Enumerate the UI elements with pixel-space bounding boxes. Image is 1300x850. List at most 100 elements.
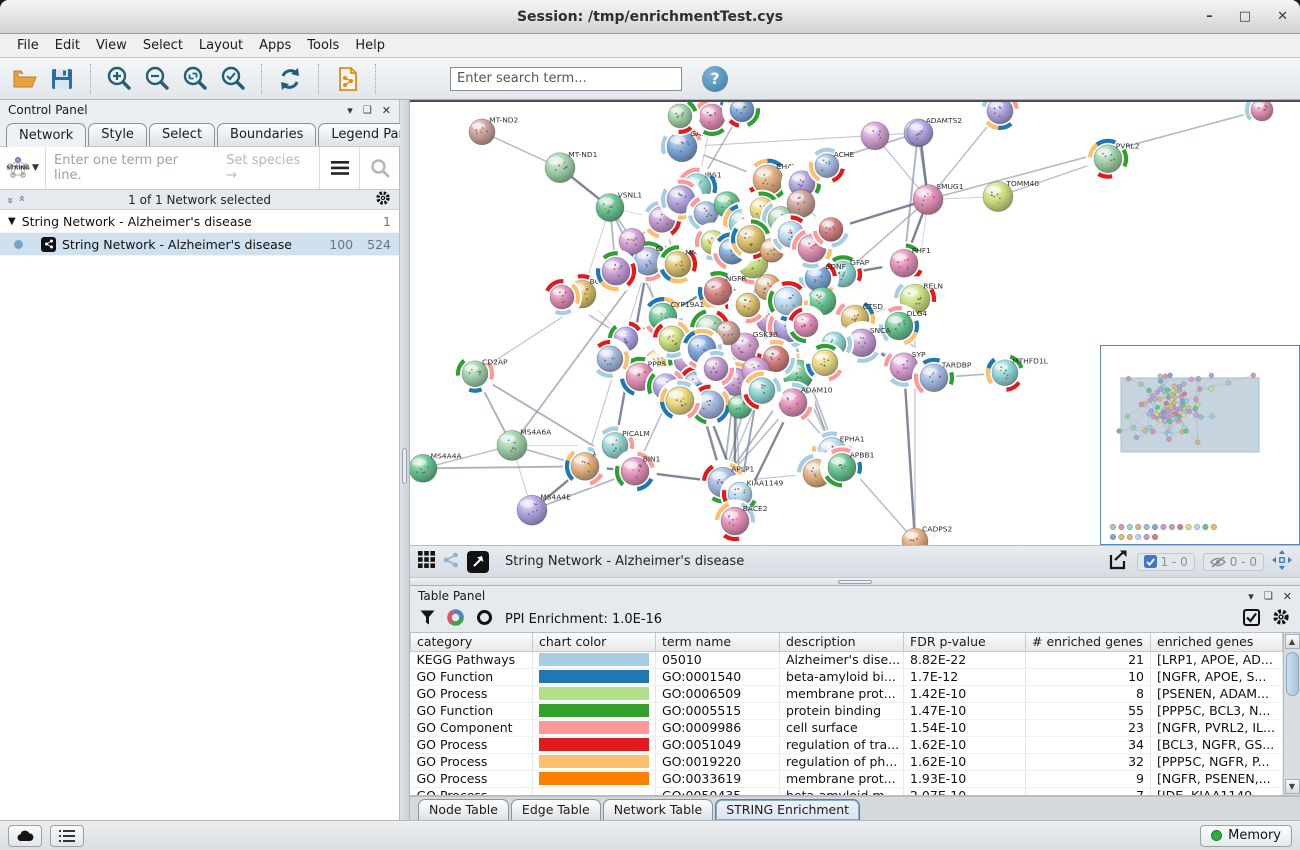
graph-node[interactable] [976,102,1024,135]
table-cell[interactable]: membrane prot... [780,685,904,702]
table-cell[interactable]: cell surface [780,719,904,736]
tab-network[interactable]: Network [6,123,86,147]
table-cell[interactable]: 9 [1026,770,1151,787]
graph-node[interactable] [861,122,889,150]
table-cell[interactable]: 34 [1026,736,1151,753]
table-panel-close-icon[interactable]: ✕ [1283,590,1292,603]
graph-edge[interactable] [904,367,915,541]
string-query-input[interactable]: Enter one term per line. Set species → [46,153,319,183]
hsplitter-handle[interactable] [838,580,872,584]
table-cell[interactable]: 55 [1026,702,1151,719]
tab-string-enrichment[interactable]: STRING Enrichment [715,799,860,820]
table-cell[interactable]: [NGFR, PVRL2, IL... [1151,719,1283,736]
network-file-icon[interactable] [331,63,363,95]
open-in-browser-icon[interactable] [467,551,489,573]
select-all-checkbox-icon[interactable] [1243,609,1260,630]
table-cell[interactable]: 1.93E-10 [904,770,1026,787]
table-cell[interactable]: GO:0006509 [656,685,780,702]
collapse-triangle-icon[interactable]: ▼ [8,216,16,227]
maximize-button[interactable]: □ [1239,10,1251,23]
table-cell[interactable]: 10 [1026,668,1151,685]
table-cell[interactable]: GO Function [411,668,533,685]
table-cell[interactable]: [PPP5C, NGFR, P... [1151,753,1283,770]
table-panel-float-icon[interactable]: ❑ [1264,591,1273,602]
table-cell[interactable]: [NGFR, PSENEN,... [1151,770,1283,787]
ring-chart-icon[interactable] [476,609,493,630]
tab-boundaries[interactable]: Boundaries [217,123,316,146]
table-row[interactable]: GO FunctionGO:0005515protein binding1.47… [411,702,1283,719]
graph-node[interactable]: TOMM40 [983,179,1039,212]
menu-tools[interactable]: Tools [300,36,346,55]
table-cell[interactable]: GO:0051049 [656,736,780,753]
splitter-handle[interactable] [402,448,407,484]
string-options-icon[interactable] [319,147,359,189]
graph-node[interactable]: CD2AP [451,350,508,398]
graph-node[interactable] [786,305,826,345]
graph-node[interactable]: MT-ND2 [469,116,518,145]
column-header[interactable]: enriched genes [1151,633,1283,651]
chart-icon[interactable] [447,609,464,630]
filter-icon[interactable] [420,610,435,629]
column-header[interactable]: FDR p-value [904,633,1026,651]
table-cell[interactable]: 2.07E-10 [904,787,1026,795]
table-cell[interactable]: [NGFR, APOE, S... [1151,668,1283,685]
table-cell[interactable]: 1.62E-10 [904,753,1026,770]
table-cell[interactable]: 21 [1026,651,1151,668]
help-icon[interactable]: ? [702,66,728,92]
settings-gear-icon[interactable] [1272,608,1290,630]
scroll-down-icon[interactable]: ▼ [1285,779,1300,794]
chart-color-cell[interactable] [533,668,656,685]
zoom-selected-icon[interactable] [217,63,249,95]
network-collection-row[interactable]: ▼ String Network - Alzheimer's disease 1 [0,210,399,233]
graph-node[interactable] [907,120,933,146]
panel-close-icon[interactable]: ✕ [382,104,391,117]
search-input[interactable] [450,67,682,91]
chart-color-cell[interactable] [533,651,656,668]
table-cell[interactable]: GO:0001540 [656,668,780,685]
table-cell[interactable]: GO:0033619 [656,770,780,787]
table-cell[interactable]: 7 [1026,787,1151,795]
table-cell[interactable]: 32 [1026,753,1151,770]
graph-node[interactable]: CADPS2 [902,525,952,545]
table-cell[interactable]: 1.62E-10 [904,736,1026,753]
table-cell[interactable]: GO Process [411,753,533,770]
export-network-icon[interactable] [1107,549,1129,575]
graph-node[interactable] [619,228,645,254]
graph-node[interactable]: MTHFD1L [981,349,1049,397]
table-cell[interactable]: [PPP5C, BCL3, N... [1151,702,1283,719]
menu-help[interactable]: Help [348,36,392,55]
share-view-icon[interactable] [443,552,459,572]
table-cell[interactable]: beta-amyloid m... [780,787,904,795]
tab-network-table[interactable]: Network Table [603,799,714,820]
table-cell[interactable]: GO Process [411,685,533,702]
column-header[interactable]: chart color [533,633,656,651]
table-cell[interactable]: GO:0005515 [656,702,780,719]
task-list-icon[interactable] [50,825,84,847]
table-cell[interactable]: [LRP1, APOE, AD... [1151,651,1283,668]
table-cell[interactable]: protein binding [780,702,904,719]
table-row[interactable]: GO ProcessGO:0006509membrane prot...1.42… [411,685,1283,702]
panel-float-icon[interactable]: ❑ [363,105,372,116]
memory-button[interactable]: Memory [1200,825,1292,847]
graph-node[interactable]: MT-ND1 [545,150,598,183]
minimize-button[interactable]: – [1206,10,1213,23]
column-header[interactable]: description [780,633,904,651]
chart-color-cell[interactable] [533,787,656,795]
table-cell[interactable]: GO Process [411,736,533,753]
table-cell[interactable]: regulation of ph... [780,753,904,770]
table-cell[interactable]: 1.7E-12 [904,668,1026,685]
string-protein-dropdown[interactable]: STRING ▼ [0,147,46,189]
table-row[interactable]: GO ComponentGO:0009986cell surface1.54E-… [411,719,1283,736]
save-session-icon[interactable] [46,63,78,95]
graph-node[interactable] [787,190,815,218]
zoom-out-icon[interactable] [141,63,173,95]
zoom-in-icon[interactable] [103,63,135,95]
horizontal-splitter[interactable] [410,577,1300,585]
open-file-icon[interactable] [8,63,40,95]
table-row[interactable]: KEGG Pathways05010Alzheimer's dise...8.8… [411,651,1283,668]
graph-node[interactable] [1241,102,1283,131]
graph-node[interactable]: MS4A4A [410,451,463,482]
scroll-up-icon[interactable]: ▲ [1285,634,1300,649]
table-row[interactable]: GO ProcessGO:0033619membrane prot...1.93… [411,770,1283,787]
graph-node[interactable]: VSNL1 [596,191,642,222]
